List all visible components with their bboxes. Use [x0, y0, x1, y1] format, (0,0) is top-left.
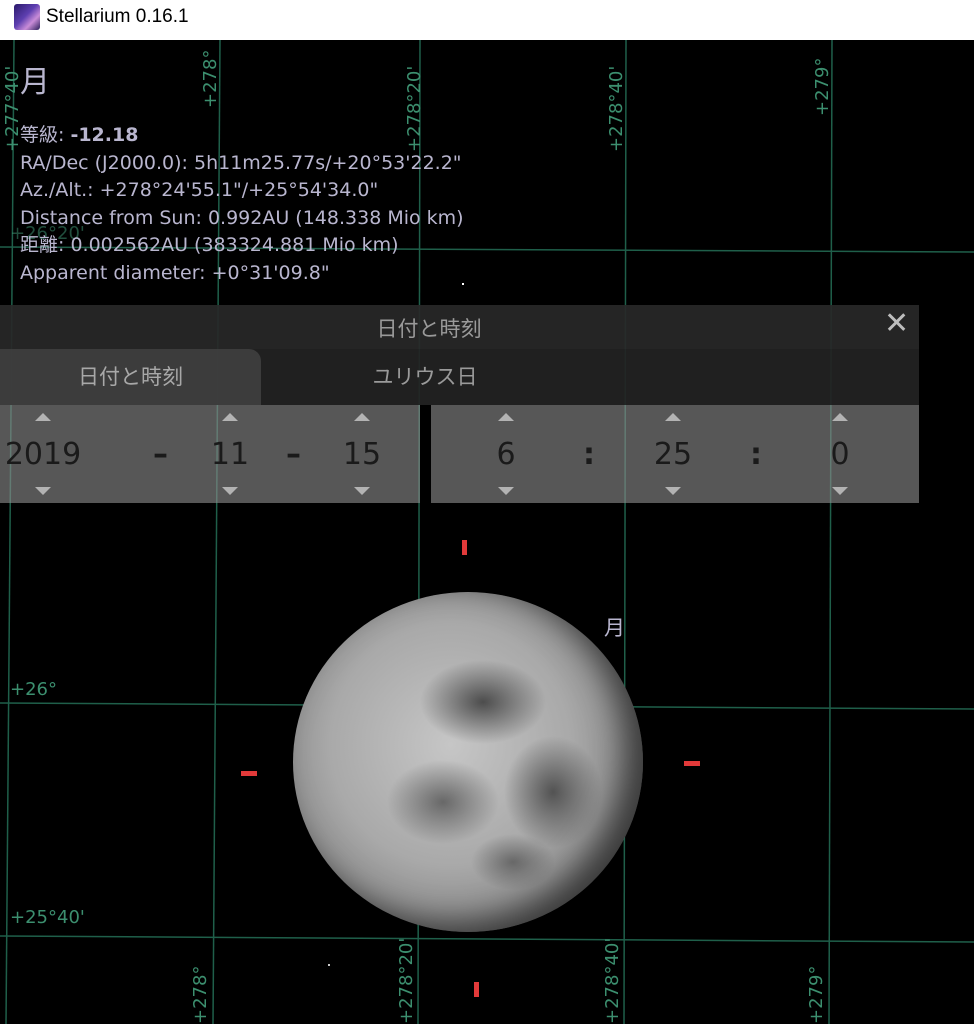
time-panel: 6 : 25 : 0 [431, 405, 919, 503]
object-name: 月 [20, 65, 50, 100]
selection-marker-top [462, 540, 467, 555]
date-panel: 2019 – 11 – 15 [0, 405, 420, 503]
grid-label-az-278-bottom: +278° [190, 965, 211, 1024]
star[interactable] [328, 964, 330, 966]
grid-label-az-279-bottom: +279° [806, 965, 827, 1024]
grid-line-alt-25-40 [0, 935, 974, 943]
time-separator: : [750, 437, 762, 472]
magnitude-label: 等級: [20, 124, 71, 146]
object-info-panel: 月 等級: -12.18 RA/Dec (J2000.0): 5h11m25.7… [20, 66, 464, 287]
grid-label-az-278-40: +278°40' [606, 65, 627, 152]
second-spinner[interactable]: 0 [800, 405, 880, 503]
close-icon[interactable]: ✕ [884, 309, 909, 339]
time-separator: : [583, 437, 595, 472]
chevron-up-icon[interactable] [222, 413, 238, 421]
distance-from-sun: Distance from Sun: 0.992AU (148.338 Mio … [20, 206, 464, 229]
date-time-dialog: 日付と時刻 ✕ 日付と時刻 ユリウス日 2019 – 11 – 15 6: 2… [0, 305, 919, 503]
distance: 距離: 0.002562AU (383324.881 Mio km) [20, 234, 399, 256]
date-separator: – [153, 437, 168, 472]
day-value[interactable]: 15 [322, 437, 402, 472]
window-title: Stellarium 0.16.1 [46, 6, 189, 27]
hour-value[interactable]: 6 [466, 437, 546, 472]
hour-spinner[interactable]: 6 [466, 405, 546, 503]
second-value[interactable]: 0 [800, 437, 880, 472]
chevron-up-icon[interactable] [832, 413, 848, 421]
grid-label-alt-26: +26° [10, 679, 57, 700]
grid-label-az-278-20-bottom: +278°20' [396, 937, 417, 1024]
date-separator: – [286, 437, 301, 472]
moon[interactable] [293, 592, 643, 932]
chevron-up-icon[interactable] [665, 413, 681, 421]
magnitude-value: -12.18 [70, 124, 139, 146]
title-bar: Stellarium 0.16.1 [0, 0, 974, 40]
chevron-down-icon[interactable] [35, 487, 51, 495]
year-spinner[interactable]: 2019 [3, 405, 83, 503]
grid-line-az-277-40 [5, 40, 15, 1024]
chevron-up-icon[interactable] [35, 413, 51, 421]
dialog-title: 日付と時刻 [376, 317, 482, 341]
chevron-down-icon[interactable] [498, 487, 514, 495]
grid-line-az-279 [828, 40, 833, 1024]
tab-julian-day[interactable]: ユリウス日 [300, 349, 550, 405]
sky-view[interactable]: +277°40' +278° +278°20' +278°40' +279° +… [0, 40, 974, 1024]
dialog-header[interactable]: 日付と時刻 ✕ [0, 305, 919, 349]
day-spinner[interactable]: 15 [322, 405, 402, 503]
chevron-up-icon[interactable] [354, 413, 370, 421]
az-alt: Az./Alt.: +278°24'55.1"/+25°54'34.0" [20, 179, 379, 201]
grid-label-az-279: +279° [812, 57, 833, 116]
chevron-down-icon[interactable] [222, 487, 238, 495]
grid-label-alt-25-40: +25°40' [10, 907, 85, 928]
grid-label-az-278-40-bottom: +278°40' [602, 937, 623, 1024]
chevron-down-icon[interactable] [832, 487, 848, 495]
ra-dec: RA/Dec (J2000.0): 5h11m25.77s/+20°53'22.… [20, 151, 462, 174]
moon-label: 月 [604, 616, 625, 640]
month-spinner[interactable]: 11 [190, 405, 270, 503]
grid-line-az-278-40 [623, 40, 627, 1024]
magnitude-row: 等級: -12.18 [20, 122, 464, 150]
apparent-diameter: Apparent diameter: +0°31'09.8" [20, 261, 330, 284]
minute-value[interactable]: 25 [633, 437, 713, 472]
selection-marker-right [684, 761, 700, 766]
selection-marker-left [241, 771, 257, 776]
chevron-up-icon[interactable] [498, 413, 514, 421]
stellarium-app-icon [14, 4, 40, 30]
selection-marker-bottom [474, 982, 479, 997]
tab-date-time[interactable]: 日付と時刻 [0, 349, 261, 405]
minute-spinner[interactable]: 25 [633, 405, 713, 503]
chevron-down-icon[interactable] [354, 487, 370, 495]
year-value[interactable]: 2019 [3, 437, 83, 472]
dialog-tabs: 日付と時刻 ユリウス日 [0, 349, 919, 405]
month-value[interactable]: 11 [190, 437, 270, 472]
chevron-down-icon[interactable] [665, 487, 681, 495]
